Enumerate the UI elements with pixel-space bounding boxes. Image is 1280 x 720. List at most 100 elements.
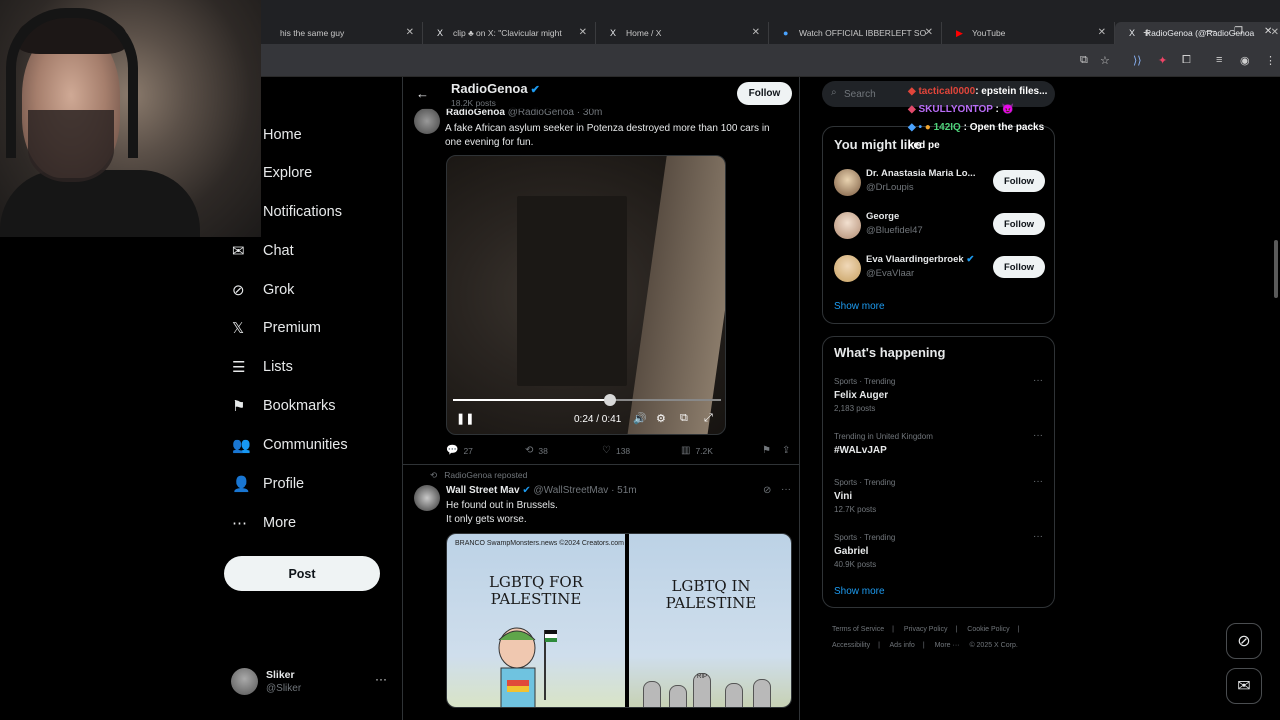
extensions-puzzle-icon[interactable]: ⧠ — [1182, 54, 1191, 67]
volume-icon[interactable]: 🔊 — [633, 412, 647, 425]
sidebar-item-bookmarks[interactable]: ⚑ Bookmarks — [224, 391, 336, 421]
more-dots-icon[interactable]: ··· — [1033, 375, 1043, 386]
avatar[interactable] — [834, 255, 861, 282]
sidebar-item-grok[interactable]: ⊘ Grok — [224, 275, 294, 305]
suggestion-name[interactable]: George — [866, 211, 986, 222]
close-tab-icon[interactable]: ✕ — [925, 27, 933, 38]
page-scrollbar[interactable] — [1274, 240, 1278, 298]
trend-item[interactable]: Sports · Trending Felix Auger 2,183 post… — [834, 375, 1049, 417]
suggestion-name[interactable]: Eva Vlaardingerbroek ✔ — [866, 254, 986, 265]
more-dots-icon[interactable]: ··· — [1033, 531, 1043, 542]
footer-link[interactable]: More ··· — [935, 642, 960, 649]
more-dots-icon[interactable]: ··· — [375, 672, 387, 686]
browser-tab[interactable]: his the same guy ✕ — [250, 22, 423, 44]
account-switcher[interactable]: Sliker @Sliker ··· — [231, 668, 391, 698]
trend-item[interactable]: Sports · Trending Gabriel 40.9K posts ··… — [834, 531, 1049, 573]
tweet-author[interactable]: Wall Street Mav — [446, 485, 520, 496]
suggestion-item[interactable]: Dr. Anastasia Maria Lo... @DrLoupis Foll… — [834, 167, 1049, 201]
video-progress-bar[interactable] — [453, 394, 721, 406]
repost-button[interactable]: ⟲ 38 — [525, 445, 548, 456]
reply-icon: 💬 — [446, 445, 459, 456]
pause-icon[interactable]: ❚❚ — [456, 412, 474, 425]
profile-avatar-icon[interactable]: ◉ — [1240, 54, 1250, 67]
extension-icon[interactable]: ✦ — [1158, 54, 1167, 67]
avatar[interactable] — [834, 169, 861, 196]
browser-tab[interactable]: X Home / X ✕ — [596, 22, 769, 44]
grok-icon[interactable]: ⊘ — [763, 485, 771, 496]
sidebar-item-more[interactable]: ⋯ More — [224, 508, 296, 538]
follow-button[interactable]: Follow — [737, 82, 792, 105]
show-more-link[interactable]: Show more — [834, 301, 885, 312]
footer-separator: | — [878, 642, 880, 649]
close-window-button[interactable]: ✕ — [1264, 26, 1272, 37]
suggestion-name[interactable]: Dr. Anastasia Maria Lo... — [866, 168, 986, 179]
suggestion-handle: @EvaVlaar — [866, 268, 915, 279]
video-player[interactable]: ❚❚ 0:24 / 0:41 🔊 ⚙ ⧉ ⤢ — [446, 155, 726, 435]
browser-tab[interactable]: ▶ YouTube ✕ — [942, 22, 1115, 44]
back-arrow-icon[interactable]: ← — [416, 86, 429, 101]
sidebar-item-communities[interactable]: 👥 Communities — [224, 430, 348, 460]
footer-link[interactable]: Privacy Policy — [904, 626, 948, 633]
sidebar-item-profile[interactable]: 👤 Profile — [224, 469, 304, 499]
chat-username: 142IQ — [933, 122, 961, 133]
video-scrubber-handle[interactable] — [603, 394, 616, 406]
grok-fab-button[interactable]: ⊘ — [1226, 623, 1262, 659]
close-tab-icon[interactable]: ✕ — [1098, 27, 1106, 38]
reply-button[interactable]: 💬 27 — [446, 445, 473, 456]
avatar[interactable] — [414, 108, 440, 134]
trend-count: 12.7K posts — [834, 505, 877, 514]
more-dots-icon[interactable]: ··· — [781, 484, 791, 495]
close-tab-icon[interactable]: ✕ — [752, 27, 760, 38]
tweet-image[interactable]: BRANCO SwampMonsters.news ©2024 Creators… — [446, 533, 792, 708]
suggestion-item[interactable]: Eva Vlaardingerbroek ✔ @EvaVlaar Follow — [834, 253, 1049, 287]
footer-link[interactable]: Terms of Service — [832, 626, 884, 633]
post-button[interactable]: Post — [224, 556, 380, 591]
browser-tab[interactable]: ● Watch OFFICIAL IBBERLEFT SO ✕ — [769, 22, 942, 44]
footer-link[interactable]: Accessibility — [832, 642, 870, 649]
sidebar-item-premium[interactable]: 𝕏 Premium — [224, 313, 321, 343]
like-button[interactable]: ♡ 138 — [602, 445, 630, 456]
views-button[interactable]: ▥ 7.2K — [681, 445, 713, 456]
profile-header: ← RadioGenoa ✔ 18.2K posts Follow — [403, 77, 799, 109]
pip-icon[interactable]: ⧉ — [680, 412, 688, 425]
more-dots-icon[interactable]: ··· — [1033, 430, 1043, 441]
footer-link[interactable]: Cookie Policy — [967, 626, 1009, 633]
browser-tab-active[interactable]: X RadioGenoa (@RadioGenoa ✕ — [1115, 22, 1280, 44]
search-placeholder: Search — [844, 88, 876, 100]
bookmark-star-icon[interactable]: ☆ — [1100, 54, 1110, 67]
maximize-button[interactable]: ❐ — [1234, 26, 1243, 37]
browser-menu-icon[interactable]: ⋮ — [1265, 54, 1276, 67]
suggestion-item[interactable]: George @Bluefidel47 Follow — [834, 210, 1049, 244]
sidebar-item-chat[interactable]: ✉ Chat — [224, 236, 294, 266]
trend-item[interactable]: Trending in United Kingdom #WALvJAP ··· — [834, 430, 1049, 472]
messages-fab-button[interactable]: ✉ — [1226, 668, 1262, 704]
browser-tab[interactable]: Xclip ♣ on X: "Clavicular might ✕ — [423, 22, 596, 44]
cartoon-caption: LGBTQ FOR PALESTINE — [488, 573, 584, 608]
cartoon-signature: BRANCO SwampMonsters.news ©2024 Creators… — [455, 540, 624, 547]
close-tab-icon[interactable]: ✕ — [406, 27, 414, 38]
share-button[interactable]: ⇪ — [782, 445, 795, 456]
follow-button[interactable]: Follow — [993, 170, 1045, 192]
follow-button[interactable]: Follow — [993, 213, 1045, 235]
chat-badge-icon: ● — [924, 122, 934, 133]
x-logo-icon: X — [437, 28, 444, 38]
bookmark-button[interactable]: ⚑ — [762, 445, 776, 456]
tombstone — [725, 683, 743, 707]
trend-item[interactable]: Sports · Trending Vini 12.7K posts ··· — [834, 476, 1049, 518]
tab-search-icon[interactable]: ≡ — [1216, 54, 1222, 66]
show-more-link[interactable]: Show more — [834, 586, 885, 597]
install-icon[interactable]: ⧉ — [1080, 54, 1088, 67]
new-tab-button[interactable]: + — [1143, 24, 1151, 40]
sidebar-item-lists[interactable]: ☰ Lists — [224, 352, 293, 382]
footer-link[interactable]: Ads info — [890, 642, 915, 649]
extension-icon[interactable]: ⟩⟩ — [1133, 54, 1142, 67]
avatar[interactable] — [834, 212, 861, 239]
close-tab-icon[interactable]: ✕ — [579, 27, 587, 38]
settings-gear-icon[interactable]: ⚙ — [656, 412, 666, 425]
fullscreen-icon[interactable]: ⤢ — [704, 412, 713, 425]
more-dots-icon[interactable]: ··· — [1033, 476, 1043, 487]
minimize-button[interactable]: — — [1206, 26, 1216, 37]
follow-button[interactable]: Follow — [993, 256, 1045, 278]
avatar[interactable] — [414, 485, 440, 511]
sidebar-item-label: Bookmarks — [263, 398, 336, 414]
